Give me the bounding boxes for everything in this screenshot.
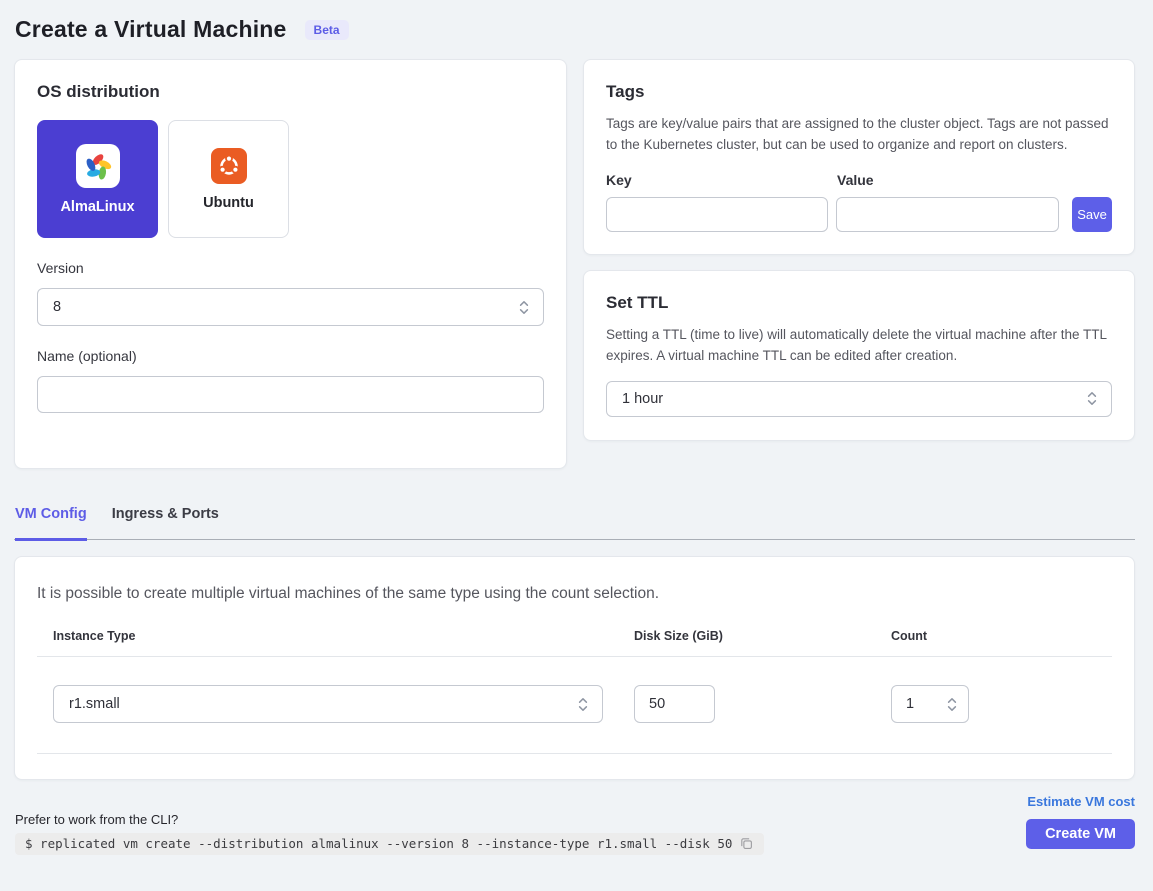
ttl-card-description: Setting a TTL (time to live) will automa…	[606, 325, 1112, 367]
almalinux-logo-box	[76, 144, 120, 188]
tag-key-label: Key	[606, 172, 837, 188]
column-header-instance-type: Instance Type	[37, 629, 618, 656]
vm-config-card: It is possible to create multiple virtua…	[14, 556, 1135, 780]
chevron-updown-icon	[518, 299, 530, 316]
disk-size-input[interactable]	[634, 685, 715, 723]
chevron-updown-icon	[577, 696, 589, 713]
copy-icon[interactable]	[739, 836, 754, 851]
ubuntu-icon	[211, 148, 247, 184]
name-label: Name (optional)	[37, 348, 544, 364]
cli-command-bar: $ replicated vm create --distribution al…	[15, 833, 764, 855]
page-header: Create a Virtual Machine Beta	[15, 16, 1135, 43]
count-cell: 1	[875, 685, 1112, 723]
tag-value-input[interactable]	[836, 197, 1059, 232]
create-vm-page: Create a Virtual Machine Beta OS distrib…	[0, 0, 1153, 855]
estimate-vm-cost-link[interactable]: Estimate VM cost	[1027, 794, 1135, 809]
tag-value-label: Value	[837, 172, 874, 188]
vm-table-row: r1.small 1	[37, 657, 1112, 754]
count-value: 1	[906, 696, 914, 712]
cli-command-text: $ replicated vm create --distribution al…	[25, 836, 732, 851]
tags-form: Key Value Save	[606, 172, 1112, 232]
tab-ingress-ports[interactable]: Ingress & Ports	[112, 494, 219, 541]
os-distribution-card: OS distribution	[14, 59, 567, 469]
disk-size-cell	[618, 685, 875, 723]
create-vm-button[interactable]: Create VM	[1026, 819, 1135, 849]
vm-table-header: Instance Type Disk Size (GiB) Count	[37, 629, 1112, 657]
ttl-select-value: 1 hour	[622, 391, 663, 407]
stepper-updown-icon[interactable]	[946, 696, 958, 713]
beta-badge: Beta	[305, 20, 349, 40]
count-stepper[interactable]: 1	[891, 685, 969, 723]
ttl-select[interactable]: 1 hour	[606, 381, 1112, 417]
tags-inputs-row: Save	[606, 197, 1112, 232]
chevron-updown-icon	[1086, 390, 1098, 407]
set-ttl-card: Set TTL Setting a TTL (time to live) wil…	[583, 270, 1135, 441]
tab-vm-config[interactable]: VM Config	[15, 494, 87, 541]
tags-card: Tags Tags are key/value pairs that are a…	[583, 59, 1135, 255]
tag-key-input[interactable]	[606, 197, 828, 232]
os-tiles: AlmaLinux	[37, 120, 544, 238]
top-cards-row: OS distribution	[14, 59, 1135, 469]
cli-block: Prefer to work from the CLI? $ replicate…	[15, 812, 764, 855]
config-tabs: VM Config Ingress & Ports	[14, 494, 1135, 540]
tags-card-title: Tags	[606, 82, 1112, 102]
column-header-disk-size: Disk Size (GiB)	[618, 629, 875, 656]
tags-card-description: Tags are key/value pairs that are assign…	[606, 114, 1112, 156]
version-label: Version	[37, 260, 544, 276]
os-tile-almalinux[interactable]: AlmaLinux	[37, 120, 158, 238]
save-tag-button[interactable]: Save	[1072, 197, 1112, 232]
instance-type-cell: r1.small	[37, 685, 618, 723]
page-title: Create a Virtual Machine	[15, 16, 287, 43]
os-tile-ubuntu[interactable]: Ubuntu	[168, 120, 289, 238]
instance-type-value: r1.small	[69, 696, 120, 712]
instance-type-select[interactable]: r1.small	[53, 685, 603, 723]
page-footer: Prefer to work from the CLI? $ replicate…	[14, 794, 1135, 855]
column-header-count: Count	[875, 629, 1112, 656]
almalinux-icon	[80, 148, 116, 184]
ubuntu-logo-box	[211, 148, 247, 184]
os-card-title: OS distribution	[37, 82, 544, 102]
name-input[interactable]	[37, 376, 544, 413]
vm-config-description: It is possible to create multiple virtua…	[37, 585, 1112, 603]
version-select[interactable]: 8	[37, 288, 544, 326]
cli-prompt-text: Prefer to work from the CLI?	[15, 812, 764, 827]
ttl-card-title: Set TTL	[606, 293, 1112, 313]
version-select-value: 8	[53, 299, 61, 315]
right-cards-column: Tags Tags are key/value pairs that are a…	[583, 59, 1135, 469]
vm-config-table: Instance Type Disk Size (GiB) Count r1.s…	[37, 629, 1112, 754]
tags-labels: Key Value	[606, 172, 1112, 188]
os-tile-label-almalinux: AlmaLinux	[60, 199, 134, 215]
os-tile-label-ubuntu: Ubuntu	[203, 195, 254, 211]
footer-actions: Estimate VM cost Create VM	[1026, 794, 1135, 855]
